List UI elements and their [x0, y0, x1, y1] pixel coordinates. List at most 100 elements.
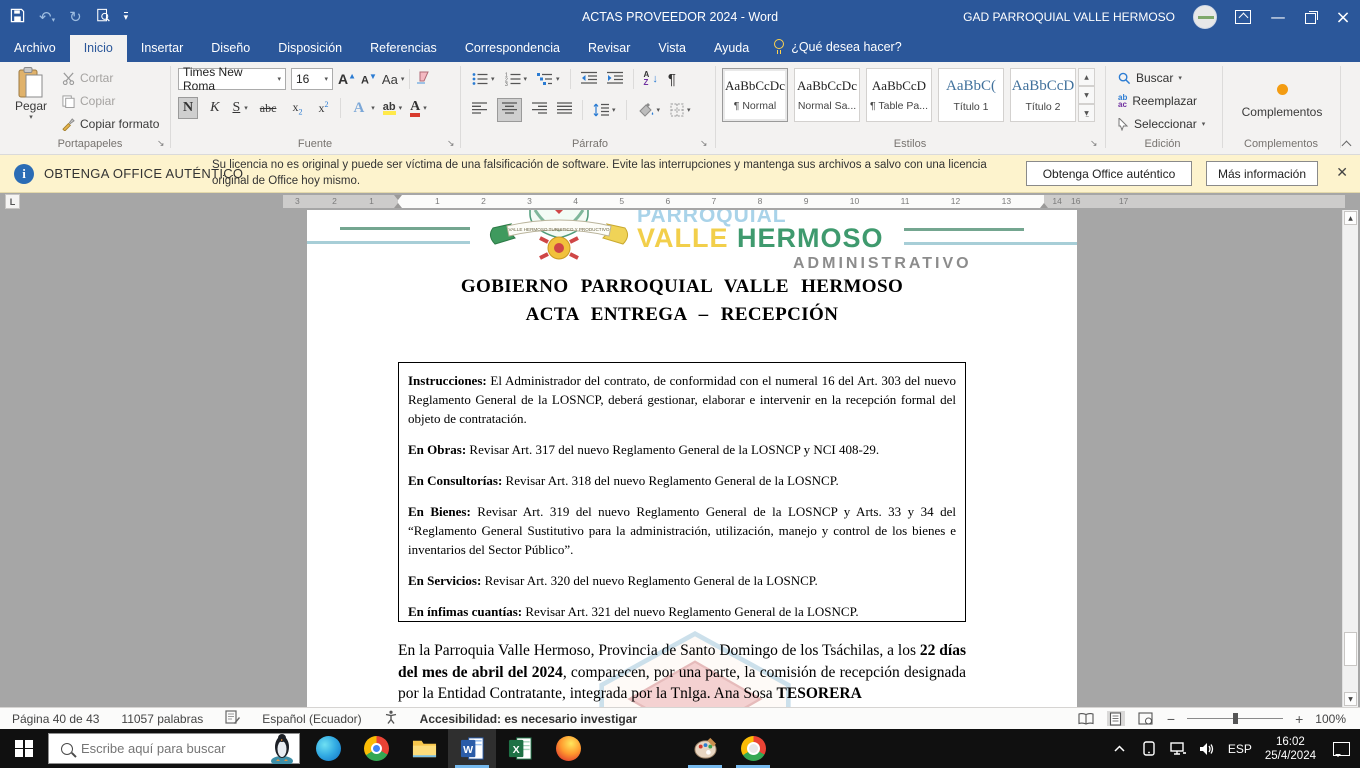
start-button[interactable]: [0, 729, 48, 768]
bold-button[interactable]: N: [178, 97, 199, 119]
print-preview-icon[interactable]: [96, 8, 110, 26]
tab-stop-selector[interactable]: L: [5, 194, 20, 209]
document-page[interactable]: VALLE HERMOSO TURISTICO Y PRODUCTIVO PAR…: [307, 210, 1077, 707]
taskbar-paint[interactable]: [681, 729, 729, 768]
font-family-combobox[interactable]: Times New Roma ▾: [178, 65, 286, 93]
ribbon-display-options-icon[interactable]: [1235, 10, 1251, 24]
zoom-slider[interactable]: [1187, 713, 1284, 724]
tab-correspondencia[interactable]: Correspondencia: [451, 35, 574, 62]
text-effects-button[interactable]: A ▾: [349, 98, 374, 119]
tab-disposicion[interactable]: Disposición: [264, 35, 356, 62]
grow-font-button[interactable]: A▲: [338, 71, 356, 87]
taskbar-excel[interactable]: X: [496, 729, 544, 768]
justify-button[interactable]: [557, 102, 572, 118]
accessibility-status[interactable]: Accesibilidad: es necesario investigar: [420, 712, 637, 726]
find-button[interactable]: Buscar ▾: [1118, 70, 1205, 86]
copy-button[interactable]: Copiar: [62, 93, 159, 109]
page-indicator[interactable]: Página 40 de 43: [12, 712, 99, 726]
get-office-button[interactable]: Obtenga Office auténtico: [1026, 161, 1192, 186]
hanging-indent-marker[interactable]: [394, 203, 402, 208]
tab-vista[interactable]: Vista: [644, 35, 700, 62]
keyboard-language[interactable]: ESP: [1228, 742, 1252, 756]
multilevel-list-button[interactable]: ▾: [537, 72, 560, 86]
dismiss-warning-icon[interactable]: ✕: [1336, 164, 1348, 181]
replace-button[interactable]: ab ac Reemplazar: [1118, 93, 1205, 109]
tray-chevron-icon[interactable]: [1112, 741, 1128, 757]
decrease-indent-button[interactable]: [580, 71, 597, 88]
style-normal[interactable]: AaBbCcDc ¶ Normal: [722, 68, 788, 122]
zoom-slider-handle[interactable]: [1233, 713, 1239, 724]
style-titulo-1[interactable]: AaBbC( Título 1: [938, 68, 1004, 122]
close-button[interactable]: ×: [1334, 7, 1352, 28]
taskbar-edge[interactable]: [304, 729, 352, 768]
search-input[interactable]: [81, 741, 269, 756]
paste-button[interactable]: Pegar ▾: [10, 67, 52, 143]
zoom-level[interactable]: 100%: [1315, 712, 1346, 726]
tab-inicio[interactable]: Inicio: [69, 35, 127, 62]
addins-button[interactable]: Complementos: [1232, 70, 1332, 132]
account-name[interactable]: GAD PARROQUIAL VALLE HERMOSO: [963, 10, 1175, 24]
vertical-scrollbar[interactable]: ▲ ▼: [1342, 210, 1358, 707]
first-line-indent-marker[interactable]: [394, 195, 402, 200]
clock[interactable]: 16:02 25/4/2024: [1265, 735, 1316, 763]
scroll-up-icon[interactable]: ▲: [1344, 211, 1357, 225]
tab-diseno[interactable]: Diseño: [197, 35, 264, 62]
scrollbar-thumb[interactable]: [1344, 632, 1357, 666]
redo-icon[interactable]: ↻: [69, 9, 82, 25]
style-titulo-2[interactable]: AaBbCcD Título 2: [1010, 68, 1076, 122]
styles-gallery-expand-icon[interactable]: ▼̲: [1078, 104, 1095, 122]
shading-button[interactable]: ▾: [637, 103, 660, 117]
styles-scroll-down-icon[interactable]: ▼: [1078, 86, 1095, 104]
word-count[interactable]: 11057 palabras: [121, 712, 203, 726]
select-button[interactable]: Seleccionar ▾: [1118, 116, 1205, 132]
network-icon[interactable]: [1170, 741, 1186, 757]
align-center-button[interactable]: [497, 98, 522, 122]
cut-button[interactable]: Cortar: [62, 70, 159, 86]
styles-dialog-launcher[interactable]: ↘: [1090, 138, 1098, 149]
superscript-button[interactable]: x2: [314, 98, 332, 118]
paragraph-dialog-launcher[interactable]: ↘: [700, 138, 708, 149]
tab-archivo[interactable]: Archivo: [0, 35, 70, 62]
save-icon[interactable]: [10, 8, 25, 26]
print-layout-icon[interactable]: [1106, 711, 1125, 726]
line-spacing-button[interactable]: ▾: [593, 103, 616, 117]
right-indent-marker[interactable]: [1040, 203, 1048, 208]
shrink-font-button[interactable]: A▼: [361, 72, 377, 87]
collapse-ribbon-icon[interactable]: [1342, 140, 1352, 148]
undo-icon[interactable]: ↶▾: [39, 9, 55, 25]
tab-revisar[interactable]: Revisar: [574, 35, 644, 62]
clipboard-dialog-launcher[interactable]: ↘: [157, 138, 165, 149]
borders-button[interactable]: ▾: [670, 103, 691, 117]
highlight-button[interactable]: ab ▾: [382, 101, 402, 115]
accessibility-icon[interactable]: [384, 710, 398, 727]
web-layout-icon[interactable]: [1137, 711, 1155, 726]
scroll-down-icon[interactable]: ▼: [1344, 692, 1357, 706]
minimize-button[interactable]: —: [1269, 8, 1287, 26]
increase-indent-button[interactable]: [606, 71, 623, 88]
taskbar-firefox[interactable]: [544, 729, 592, 768]
taskbar-word[interactable]: W: [448, 729, 496, 768]
tab-referencias[interactable]: Referencias: [356, 35, 451, 62]
change-case-button[interactable]: Aa ▾: [382, 72, 404, 87]
strikethrough-button[interactable]: abc: [256, 99, 281, 118]
styles-scroll-up-icon[interactable]: ▲: [1078, 68, 1095, 86]
tell-me-box[interactable]: ¿Qué desea hacer?: [763, 33, 912, 62]
underline-button[interactable]: S ▾: [231, 98, 247, 118]
format-painter-button[interactable]: Copiar formato: [62, 116, 159, 132]
volume-icon[interactable]: [1199, 741, 1215, 757]
align-left-button[interactable]: [472, 102, 487, 118]
zoom-in-icon[interactable]: +: [1295, 711, 1303, 727]
taskbar-file-explorer[interactable]: [400, 729, 448, 768]
sort-button[interactable]: A Z ↓: [644, 71, 658, 87]
show-marks-button[interactable]: ¶: [668, 71, 676, 88]
restore-button[interactable]: [1305, 12, 1316, 24]
font-dialog-launcher[interactable]: ↘: [447, 138, 455, 149]
more-info-button[interactable]: Más información: [1206, 161, 1318, 186]
font-size-combobox[interactable]: 16 ▾: [291, 68, 333, 90]
proofing-icon[interactable]: [225, 710, 241, 727]
taskbar-chrome[interactable]: [352, 729, 400, 768]
read-mode-icon[interactable]: [1077, 711, 1095, 726]
clear-formatting-icon[interactable]: [415, 71, 431, 88]
taskbar-chrome-app[interactable]: [729, 729, 777, 768]
style-normal-sa[interactable]: AaBbCcDc Normal Sa...: [794, 68, 860, 122]
